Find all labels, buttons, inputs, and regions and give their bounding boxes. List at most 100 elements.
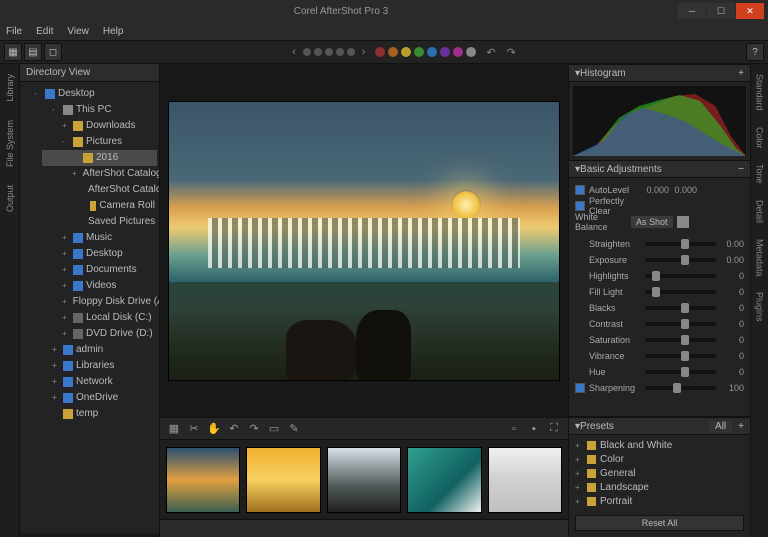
tree-item[interactable]: +Documents xyxy=(42,262,157,278)
crop-tool-icon[interactable]: ✂ xyxy=(186,421,202,437)
window-close-button[interactable]: ✕ xyxy=(736,3,764,19)
checkbox[interactable] xyxy=(575,383,585,393)
menu-file[interactable]: File xyxy=(6,26,22,37)
menu-edit[interactable]: Edit xyxy=(36,26,53,37)
thumbnail[interactable] xyxy=(488,447,562,513)
tree-twisty-icon[interactable]: + xyxy=(62,247,70,261)
undo-icon[interactable]: ↶ xyxy=(482,46,499,59)
color-label-dot[interactable] xyxy=(414,47,424,57)
tree-twisty-icon[interactable]: + xyxy=(72,167,77,181)
slider[interactable] xyxy=(645,242,716,246)
tab-output[interactable]: Output xyxy=(5,181,15,216)
color-label-dot[interactable] xyxy=(388,47,398,57)
checkbox[interactable] xyxy=(575,185,585,195)
tree-twisty-icon[interactable]: + xyxy=(62,231,70,245)
color-label-dot[interactable] xyxy=(375,47,385,57)
tab-tone[interactable]: Tone xyxy=(755,160,765,188)
color-label-dot[interactable] xyxy=(453,47,463,57)
white-balance-dropdown[interactable]: As Shot xyxy=(631,216,673,228)
slider[interactable] xyxy=(645,290,716,294)
tree-twisty-icon[interactable]: + xyxy=(52,343,60,357)
tree-item[interactable]: +Libraries xyxy=(42,358,157,374)
fullscreen-icon[interactable]: ⛶ xyxy=(546,421,562,437)
color-label-dot[interactable] xyxy=(427,47,437,57)
slider[interactable] xyxy=(645,338,716,342)
toolbar-layout-1-button[interactable]: ▦ xyxy=(4,43,22,61)
tree-root-item[interactable]: -Desktop xyxy=(32,86,157,102)
tree-item[interactable]: +Videos xyxy=(42,278,157,294)
rotate-left-icon[interactable]: ↶ xyxy=(226,421,242,437)
rotate-right-icon[interactable]: ↷ xyxy=(246,421,262,437)
tab-detail[interactable]: Detail xyxy=(755,196,765,227)
plus-icon[interactable]: + xyxy=(738,68,744,79)
presets-header[interactable]: ▾ Presets All + xyxy=(569,417,750,435)
histogram-header[interactable]: ▾ Histogram + xyxy=(569,64,750,82)
tree-item[interactable]: +Music xyxy=(42,230,157,246)
directory-tree[interactable]: -Desktop-This PC+Downloads-Pictures2016+… xyxy=(20,82,159,533)
star-icon[interactable] xyxy=(314,48,322,56)
tree-item[interactable]: +AfterShot Catalog 1.0 xyxy=(42,166,157,182)
rating-prev-icon[interactable]: ‹ xyxy=(288,46,300,58)
toolbar-layout-3-button[interactable]: ◻ xyxy=(44,43,62,61)
tree-twisty-icon[interactable]: + xyxy=(62,263,70,277)
tree-item[interactable]: Saved Pictures xyxy=(42,214,157,230)
grid-view-icon[interactable]: ▦ xyxy=(166,421,182,437)
toolbar-help-button[interactable]: ? xyxy=(746,43,764,61)
menu-help[interactable]: Help xyxy=(103,26,124,37)
preset-folder[interactable]: +Black and White xyxy=(575,438,744,452)
preset-folder[interactable]: +Portrait xyxy=(575,494,744,508)
tree-item[interactable]: Camera Roll xyxy=(42,198,157,214)
thumb-small-icon[interactable]: ▫ xyxy=(506,421,522,437)
slider[interactable] xyxy=(645,370,716,374)
thumbnail[interactable] xyxy=(327,447,401,513)
tab-color[interactable]: Color xyxy=(755,123,765,153)
eyedropper-icon[interactable] xyxy=(677,216,689,228)
preset-folder[interactable]: +Color xyxy=(575,452,744,466)
minus-icon[interactable]: − xyxy=(738,164,744,175)
tree-twisty-icon[interactable]: + xyxy=(52,391,60,405)
tree-twisty-icon[interactable]: + xyxy=(62,119,70,133)
thumbnail[interactable] xyxy=(166,447,240,513)
preset-folder[interactable]: +General xyxy=(575,466,744,480)
region-tool-icon[interactable]: ▭ xyxy=(266,421,282,437)
toolbar-layout-2-button[interactable]: ▤ xyxy=(24,43,42,61)
star-icon[interactable] xyxy=(325,48,333,56)
color-label-dot[interactable] xyxy=(440,47,450,57)
slider[interactable] xyxy=(645,386,716,390)
tree-twisty-icon[interactable]: + xyxy=(62,279,70,293)
tab-metadata[interactable]: Metadata xyxy=(755,235,765,281)
tree-item[interactable]: +Desktop xyxy=(42,246,157,262)
tree-item[interactable]: -Pictures xyxy=(42,134,157,150)
star-icon[interactable] xyxy=(303,48,311,56)
pan-tool-icon[interactable]: ✋ xyxy=(206,421,222,437)
preset-folder[interactable]: +Landscape xyxy=(575,480,744,494)
tree-item[interactable]: +admin xyxy=(42,342,157,358)
color-label-dot[interactable] xyxy=(401,47,411,57)
tree-item[interactable]: temp xyxy=(42,406,157,422)
tree-item[interactable]: +Local Disk (C:) xyxy=(42,310,157,326)
tree-item[interactable]: +Network xyxy=(42,374,157,390)
star-icon[interactable] xyxy=(336,48,344,56)
tab-filesystem[interactable]: File System xyxy=(5,116,15,171)
presets-dropdown[interactable]: All xyxy=(709,421,732,432)
window-maximize-button[interactable]: ☐ xyxy=(707,3,735,19)
tree-twisty-icon[interactable]: + xyxy=(52,375,60,389)
slider[interactable] xyxy=(645,258,716,262)
tree-item[interactable]: +Downloads xyxy=(42,118,157,134)
tree-twisty-icon[interactable]: + xyxy=(52,359,60,373)
thumbnail[interactable] xyxy=(407,447,481,513)
redo-icon[interactable]: ↷ xyxy=(503,46,520,59)
left-splitter[interactable] xyxy=(20,533,159,537)
tree-item[interactable]: +Floppy Disk Drive (A:) xyxy=(42,294,157,310)
tree-twisty-icon[interactable]: + xyxy=(62,295,67,309)
tree-item[interactable]: -This PC xyxy=(42,102,157,118)
slider[interactable] xyxy=(645,354,716,358)
color-label-dot[interactable] xyxy=(466,47,476,57)
tree-twisty-icon[interactable]: + xyxy=(62,311,70,325)
checkbox[interactable] xyxy=(575,201,585,211)
edit-tool-icon[interactable]: ✎ xyxy=(286,421,302,437)
filmstrip[interactable] xyxy=(160,439,568,519)
rating-next-icon[interactable]: › xyxy=(358,46,370,58)
slider[interactable] xyxy=(645,322,716,326)
window-minimize-button[interactable]: ─ xyxy=(678,3,706,19)
